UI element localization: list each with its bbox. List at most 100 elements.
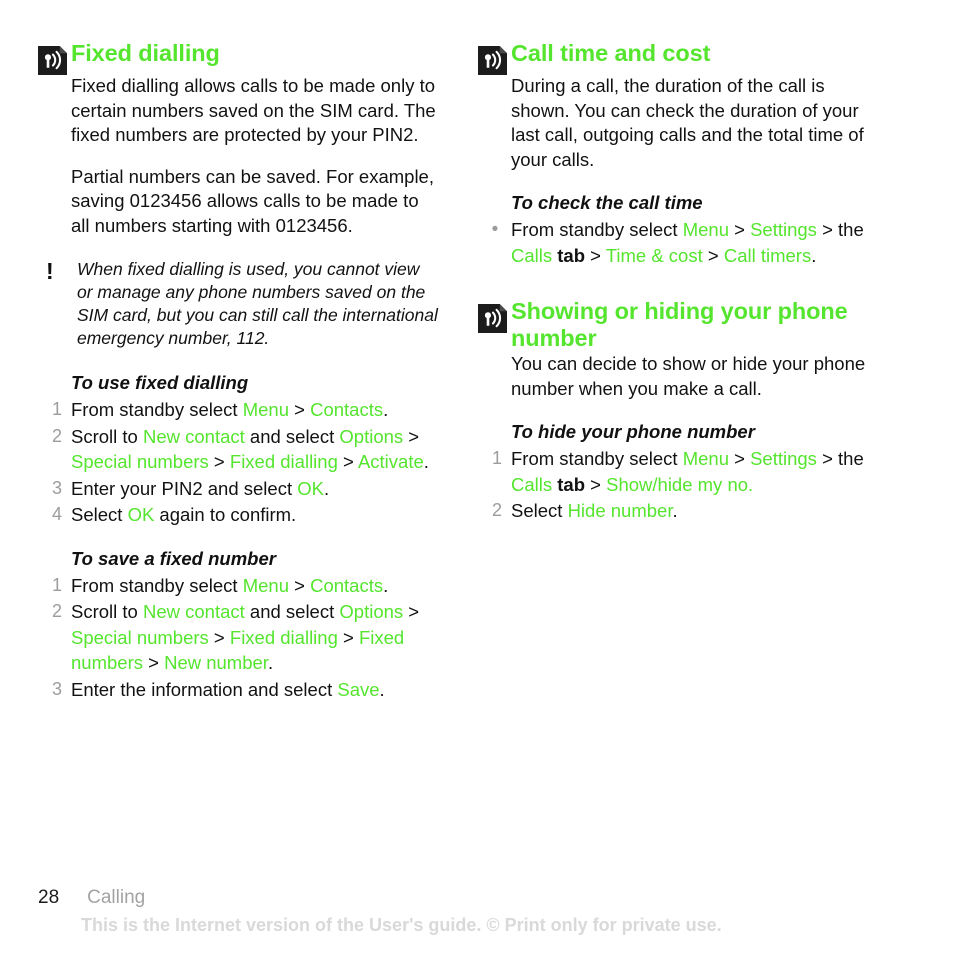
step-number: 1 [491, 448, 502, 468]
step-item: • From standby select Menu > Settings > t… [478, 217, 878, 268]
paragraph: Partial numbers can be saved. For exampl… [71, 165, 434, 236]
emphasis-text: tab [552, 244, 586, 266]
ui-term: Menu [242, 574, 289, 596]
section-heading: Showing or hiding your phone number [478, 298, 878, 352]
ui-term: Options [339, 601, 404, 622]
note-callout: ! When fixed dialling is used, you canno… [38, 258, 438, 350]
step-text: > [585, 473, 607, 495]
ui-term: Fixed dialling [229, 451, 338, 472]
section-title: Showing or hiding your phone number [511, 298, 848, 351]
step-list: 1 From standby select Menu > Contacts. 2 Sc… [38, 573, 438, 703]
ui-term: OK [127, 504, 155, 525]
ui-term: Special numbers [71, 626, 209, 648]
step-item: 4 Select OK again to confirm. [38, 502, 438, 528]
step-text: . [811, 244, 817, 266]
signal-wave-icon [478, 46, 507, 75]
section-call-time-and-cost: Call time and cost During a call, the du… [478, 40, 878, 172]
section-body: You can decide to show or hide your phon… [478, 352, 878, 401]
step-text: > [702, 244, 724, 266]
step-text: From standby select [71, 574, 243, 596]
paragraph: Fixed dialling allows calls to be made o… [71, 75, 436, 145]
ui-term: Settings [750, 219, 817, 240]
procedure-title: To hide your phone number [511, 421, 755, 442]
procedure-title: To check the call time [511, 192, 703, 213]
ui-term: Settings [750, 448, 817, 469]
left-column: Fixed dialling Fixed dialling allows cal… [38, 40, 438, 703]
paragraph: During a call, the duration of the call … [511, 75, 864, 170]
step-list: 1 From standby select Menu > Settings > t… [478, 446, 878, 524]
procedure-hide-phone-number: To hide your phone number 1 From standby … [478, 419, 878, 524]
step-text: Scroll to [71, 425, 143, 447]
step-text: > [337, 451, 358, 472]
step-item: 1 From standby select Menu > Contacts. [38, 397, 438, 423]
ui-term: New contact [142, 601, 245, 622]
step-text: > the [816, 448, 864, 469]
procedure-title: To use fixed dialling [71, 372, 249, 393]
step-item: 1 From standby select Menu > Contacts. [38, 573, 438, 599]
step-list: 1 From standby select Menu > Contacts. 2 Sc… [38, 397, 438, 528]
section-title: Call time and cost [511, 40, 711, 66]
ui-term: Special numbers [71, 451, 209, 472]
section-body: Fixed dialling allows calls to be made o… [38, 74, 438, 238]
step-number: 2 [51, 601, 62, 621]
step-number: 3 [51, 678, 62, 699]
ui-term: Hide number [567, 500, 673, 521]
procedure-save-fixed-number: To save a fixed number 1 From standby sel… [38, 546, 438, 703]
section-heading: Call time and cost [478, 40, 878, 75]
step-text: > [142, 652, 165, 673]
step-text: > [403, 425, 420, 447]
ui-term: Contacts [310, 399, 384, 420]
step-text: . [379, 678, 385, 700]
section-show-hide-number: Showing or hiding your phone number You … [478, 298, 878, 401]
step-number: 1 [51, 399, 62, 419]
ui-term: Call timers [723, 244, 812, 266]
step-text: > [728, 219, 751, 240]
step-text: again to confirm. [154, 504, 297, 525]
manual-page: Fixed dialling Fixed dialling allows cal… [0, 0, 954, 954]
note-text: When fixed dialling is used, you cannot … [77, 259, 438, 348]
step-text: and select [244, 601, 340, 622]
emphasis-text: tab [552, 473, 586, 495]
ui-term: Time & cost [605, 244, 703, 266]
step-text: > [585, 244, 606, 266]
footer-disclaimer: This is the Internet version of the User… [81, 915, 722, 935]
footer-line: 28 Calling [38, 886, 918, 910]
step-text: > the [816, 219, 864, 240]
ui-term: Activate [357, 451, 424, 472]
step-text: From standby select [511, 219, 683, 240]
step-text: Enter your PIN2 and select [71, 477, 298, 499]
page-title: Fixed dialling [71, 40, 220, 66]
right-column: Call time and cost During a call, the du… [478, 40, 878, 525]
step-text: Select [511, 500, 568, 521]
ui-term: Menu [682, 219, 729, 240]
step-item: 2 Scroll to New contact and select Option… [38, 424, 438, 475]
section-body: During a call, the duration of the call … [478, 74, 878, 172]
ui-term: OK [297, 477, 324, 499]
step-number: 2 [491, 500, 502, 520]
step-text: . [672, 500, 678, 521]
step-number: 3 [51, 477, 62, 498]
step-list: • From standby select Menu > Settings > t… [478, 217, 878, 268]
step-bullet-icon: • [491, 219, 499, 240]
step-item: 3 Enter your PIN2 and select OK. [38, 476, 438, 502]
ui-term: Menu [682, 448, 729, 469]
ui-term: Show/hide my no. [606, 473, 754, 495]
step-number: 2 [51, 425, 62, 446]
step-item: 1 From standby select Menu > Settings > t… [478, 446, 878, 497]
step-text: > [728, 448, 751, 469]
signal-wave-icon [38, 46, 67, 75]
ui-term: Calls [511, 473, 553, 495]
chapter-name: Calling [87, 887, 146, 908]
step-text: Scroll to [71, 601, 143, 622]
ui-term: Options [339, 425, 404, 447]
signal-wave-icon [478, 304, 507, 333]
step-text: From standby select [71, 399, 243, 420]
ui-term: Menu [242, 399, 289, 420]
step-item: 2 Select Hide number. [478, 498, 878, 524]
step-item: 3 Enter the information and select Save. [38, 677, 438, 703]
step-text: . [383, 399, 389, 420]
page-number: 28 [38, 887, 60, 908]
step-text: From standby select [511, 448, 683, 469]
step-text: . [423, 451, 429, 472]
step-text: . [383, 574, 389, 596]
